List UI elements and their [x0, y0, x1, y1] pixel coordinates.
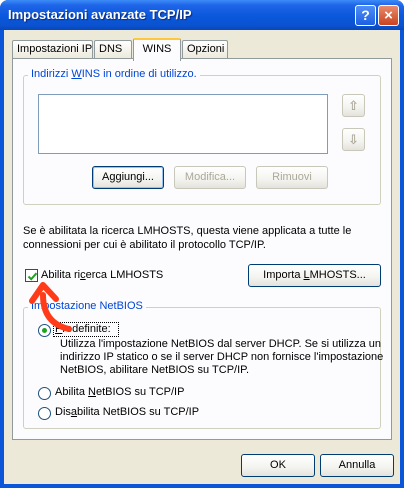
close-button[interactable]: ×	[378, 5, 399, 26]
tab-label: DNS	[99, 43, 123, 55]
netbios-enable-radio[interactable]	[38, 387, 51, 400]
tab-ip-settings[interactable]: Impostazioni IP	[12, 40, 93, 59]
remove-button[interactable]: Rimuovi	[256, 166, 328, 189]
netbios-default-desc-line3: NetBIOS, abilitare NetBIOS su TCP/IP.	[60, 364, 250, 376]
netbios-enable-label[interactable]: Abilita NetBIOS su TCP/IP	[55, 386, 184, 398]
import-lmhosts-button[interactable]: Importa LMHOSTS...	[248, 264, 381, 287]
add-button[interactable]: Aggiungi...	[92, 166, 164, 189]
netbios-default-desc-line2: indirizzo IP statico o se il server DHCP…	[60, 351, 384, 363]
netbios-disable-label[interactable]: Disabilita NetBIOS su TCP/IP	[55, 406, 199, 418]
wins-group-label: Indirizzi WINS in ordine di utilizzo.	[28, 68, 200, 80]
help-button[interactable]: ?	[355, 5, 376, 26]
wins-address-list[interactable]	[38, 94, 328, 154]
dialog-body: Impostazioni IP DNS WINS Opzioni Indiriz…	[4, 30, 400, 484]
wins-tab-panel: Indirizzi WINS in ordine di utilizzo. ⇧ …	[12, 58, 392, 440]
cancel-button[interactable]: Annulla	[320, 454, 394, 477]
netbios-default-desc-line1: Utilizza l'impostazione NetBIOS dal serv…	[60, 338, 382, 350]
enable-lmhosts-label[interactable]: Abilita ricerca LMHOSTS	[41, 269, 163, 281]
ok-button[interactable]: OK	[241, 454, 315, 477]
title-bar[interactable]: Impostazioni avanzate TCP/IP ? ×	[0, 0, 404, 30]
lmhosts-description-line2: connessioni per cui è abilitato il proto…	[23, 239, 266, 251]
lmhosts-description-line1: Se è abilitata la ricerca LMHOSTS, quest…	[23, 225, 352, 237]
wins-address-group: Indirizzi WINS in ordine di utilizzo. ⇧ …	[23, 68, 381, 205]
tab-label: Opzioni	[187, 43, 225, 55]
netbios-group: Impostazione NetBIOS Predefinite: Utiliz…	[23, 300, 384, 429]
netbios-disable-radio[interactable]	[38, 407, 51, 420]
move-down-button[interactable]: ⇩	[342, 128, 365, 151]
window-title: Impostazioni avanzate TCP/IP	[8, 7, 192, 22]
move-up-button[interactable]: ⇧	[342, 94, 365, 117]
modify-button[interactable]: Modifica...	[174, 166, 246, 189]
annotation-arrow-icon	[29, 282, 72, 332]
tab-label: WINS	[142, 43, 172, 55]
arrow-down-icon: ⇩	[348, 132, 359, 147]
tab-label: Impostazioni IP	[17, 43, 93, 55]
arrow-up-icon: ⇧	[348, 98, 359, 113]
tab-wins[interactable]: WINS	[133, 38, 181, 61]
tab-options[interactable]: Opzioni	[182, 40, 228, 59]
dialog-window: Impostazioni avanzate TCP/IP ? × Imposta…	[0, 0, 404, 488]
tab-dns[interactable]: DNS	[94, 40, 132, 59]
